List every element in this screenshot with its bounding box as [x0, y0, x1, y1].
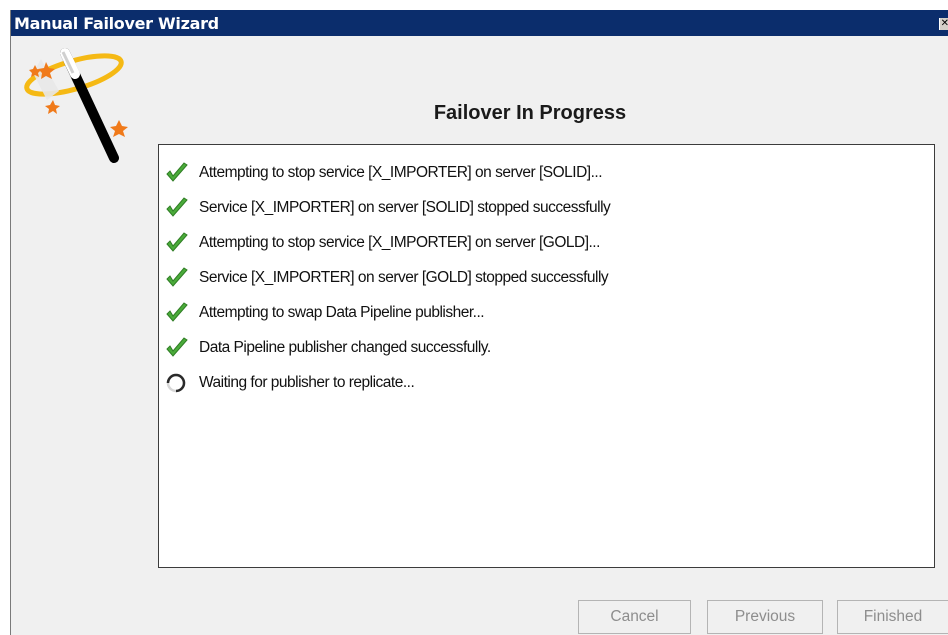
- window-title: Manual Failover Wizard: [14, 14, 219, 33]
- page-heading: Failover In Progress: [433, 102, 627, 124]
- finished-button[interactable]: Finished: [837, 600, 948, 634]
- log-entry-text: Attempting to swap Data Pipeline publish…: [199, 304, 485, 321]
- log-entry-text: Attempting to stop service [X_IMPORTER] …: [199, 234, 600, 251]
- title-bar[interactable]: Manual Failover Wizard ✕: [11, 10, 948, 36]
- list-item: Attempting to swap Data Pipeline publish…: [165, 301, 485, 325]
- checkmark-icon: [165, 336, 191, 360]
- list-item: Waiting for publisher to replicate...: [165, 371, 415, 395]
- close-button[interactable]: ✕: [939, 18, 948, 30]
- log-entry-text: Attempting to stop service [X_IMPORTER] …: [199, 164, 603, 181]
- progress-log: Attempting to stop service [X_IMPORTER] …: [158, 144, 935, 568]
- log-entry-text: Service [X_IMPORTER] on server [SOLID] s…: [199, 199, 611, 216]
- list-item: Data Pipeline publisher changed successf…: [165, 336, 491, 360]
- cancel-button[interactable]: Cancel: [578, 600, 691, 634]
- list-item: Attempting to stop service [X_IMPORTER] …: [165, 161, 603, 185]
- checkmark-icon: [165, 301, 191, 325]
- log-entry-text: Data Pipeline publisher changed successf…: [199, 339, 491, 356]
- list-item: Service [X_IMPORTER] on server [SOLID] s…: [165, 196, 611, 220]
- previous-button[interactable]: Previous: [707, 600, 823, 634]
- wizard-window: Manual Failover Wizard ✕ Failover In Pro…: [10, 10, 948, 635]
- log-entry-text: Service [X_IMPORTER] on server [GOLD] st…: [199, 269, 609, 286]
- list-item: Service [X_IMPORTER] on server [GOLD] st…: [165, 266, 609, 290]
- checkmark-icon: [165, 196, 191, 220]
- checkmark-icon: [165, 161, 191, 185]
- spinner-icon: [165, 371, 191, 395]
- checkmark-icon: [165, 231, 191, 255]
- list-item: Attempting to stop service [X_IMPORTER] …: [165, 231, 600, 255]
- log-entry-text: Waiting for publisher to replicate...: [199, 374, 415, 391]
- checkmark-icon: [165, 266, 191, 290]
